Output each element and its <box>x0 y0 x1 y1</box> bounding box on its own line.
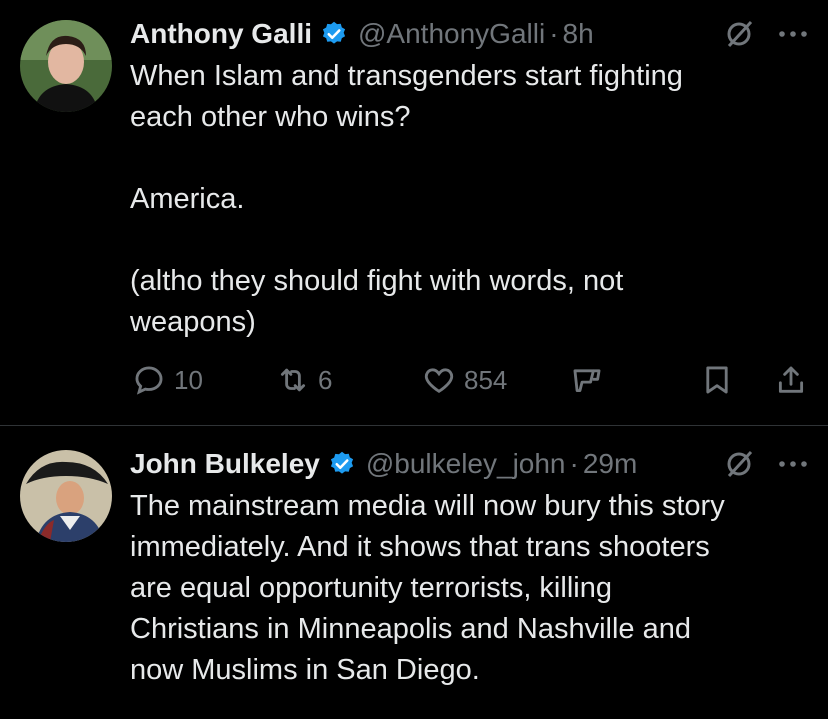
repost-icon <box>280 368 306 392</box>
tweet-2-text: The mainstream media will now bury this … <box>130 490 725 686</box>
repost-count: 6 <box>318 364 333 395</box>
like-icon <box>424 368 454 393</box>
bookmark-button[interactable] <box>700 360 734 400</box>
reply-count: 10 <box>174 364 203 395</box>
avatar-john-bulkeley[interactable] <box>20 450 112 542</box>
timestamp[interactable]: 29m <box>583 448 637 480</box>
more-icon[interactable] <box>778 29 808 39</box>
author-name[interactable]: Anthony Galli <box>130 18 312 50</box>
reply-icon <box>135 366 163 395</box>
analytics-icon <box>573 369 601 393</box>
bookmark-icon <box>706 366 728 394</box>
author-handle[interactable]: @bulkeley_john <box>366 448 566 480</box>
more-icon[interactable] <box>778 459 808 469</box>
tweet-1-actions: 10 6 854 <box>0 360 828 400</box>
timestamp[interactable]: 8h <box>563 18 594 50</box>
tweet-1-header: Anthony Galli @AnthonyGalli · 8h <box>130 14 594 54</box>
share-button[interactable] <box>774 360 808 400</box>
like-count: 854 <box>464 364 508 395</box>
like-button[interactable]: 854 <box>422 360 507 400</box>
author-name[interactable]: John Bulkeley <box>130 448 320 480</box>
author-handle[interactable]: @AnthonyGalli <box>358 18 545 50</box>
tweet-1-text: When Islam and transgenders start fighti… <box>130 60 683 338</box>
repost-button[interactable]: 6 <box>276 360 332 400</box>
grok-icon[interactable] <box>724 449 754 479</box>
verified-badge-icon <box>320 20 348 48</box>
grok-icon[interactable] <box>724 19 754 49</box>
analytics-button[interactable] <box>570 360 604 400</box>
reply-button[interactable]: 10 <box>132 360 203 400</box>
separator-dot: · <box>549 18 559 49</box>
share-icon <box>778 366 804 393</box>
separator-dot: · <box>569 448 579 479</box>
avatar-anthony-galli[interactable] <box>20 20 112 112</box>
verified-badge-icon <box>328 450 356 478</box>
tweet-2-header: John Bulkeley @bulkeley_john · 29m <box>130 444 637 484</box>
